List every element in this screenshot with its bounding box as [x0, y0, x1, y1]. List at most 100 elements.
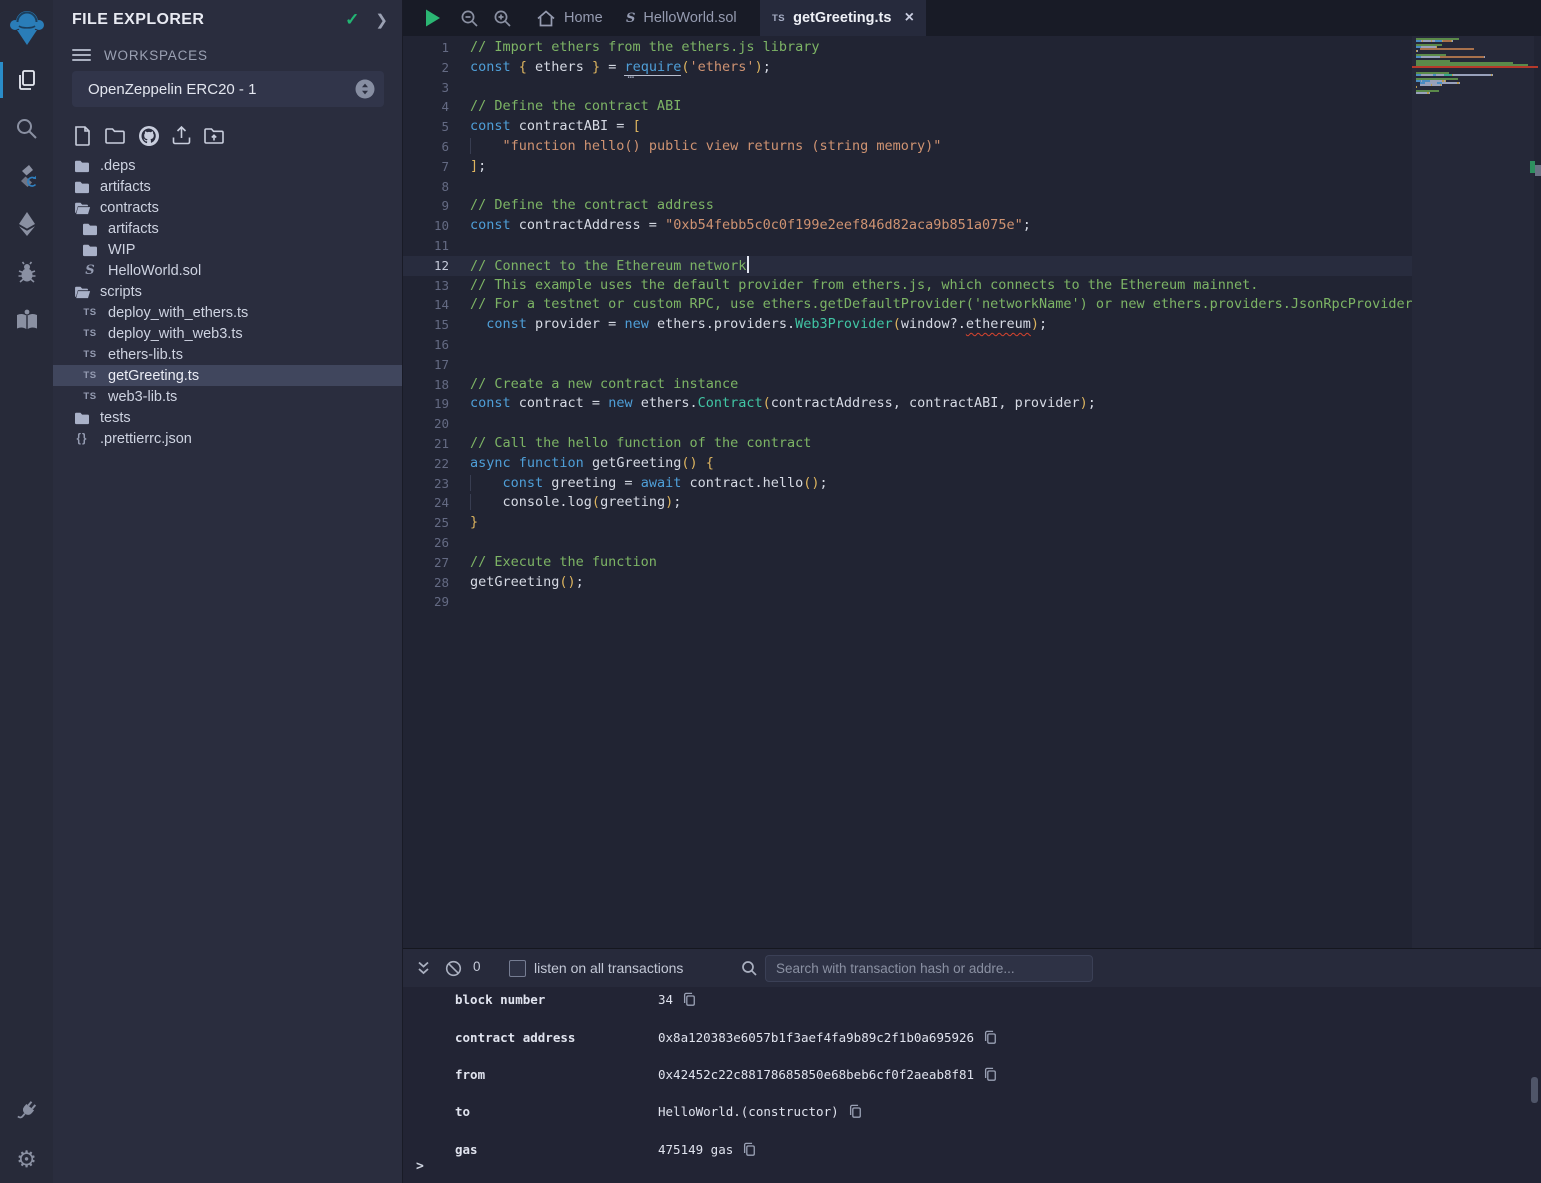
activity-file-explorer-button[interactable] — [0, 56, 53, 104]
zoom-out-button[interactable] — [458, 7, 480, 29]
terminal-search-input[interactable] — [765, 955, 1093, 982]
activity-plugin-plug-button[interactable] — [0, 1087, 53, 1135]
line-number: 8 — [403, 177, 449, 197]
file-explorer-icon — [15, 68, 39, 92]
terminal-scrollbar-thumb[interactable] — [1531, 1077, 1538, 1103]
zoom-in-icon — [493, 9, 512, 28]
file-tree-item-helloworld-sol[interactable]: SHelloWorld.sol — [53, 260, 402, 281]
learneth-book-icon — [15, 309, 39, 331]
clear-console-button[interactable] — [443, 958, 463, 978]
copy-icon[interactable] — [983, 1067, 997, 1082]
file-tree-item-web3-lib-ts[interactable]: TS web3-lib.ts — [53, 386, 402, 407]
line-number: 28 — [403, 573, 449, 593]
file-tree-item-getgreeting-ts[interactable]: TSgetGreeting.ts — [53, 365, 402, 386]
plugin-plug-icon — [15, 1099, 39, 1123]
code-line-27: 27// Execute the function — [403, 553, 1412, 573]
file-name: scripts — [100, 284, 142, 300]
line-number: 15 — [403, 315, 449, 335]
upload-file-button[interactable] — [169, 123, 194, 148]
file-tree-item-artifacts[interactable]: artifacts — [53, 176, 402, 197]
typescript-file-icon: TS — [81, 391, 99, 402]
line-number: 1 — [403, 38, 449, 58]
upload-folder-button[interactable] — [202, 123, 227, 148]
tx-detail-label: to — [455, 1104, 658, 1119]
tx-detail-value: 0x42452c22c88178685850e68beb6cf0f2aeab8f… — [658, 1067, 974, 1082]
remix-ide-window: ⚙ FILE EXPLORER ✓ ❯ WORKSPACES OpenZeppe… — [0, 0, 1541, 1183]
file-tree-item--deps[interactable]: .deps — [53, 155, 402, 176]
line-number: 7 — [403, 157, 449, 177]
new-file-button[interactable] — [70, 123, 95, 148]
file-name: getGreeting.ts — [108, 368, 199, 384]
transaction-details: block number34contract address0x8a120383… — [403, 981, 1541, 1168]
activity-remix-logo-button[interactable] — [0, 0, 53, 56]
line-number: 29 — [403, 592, 449, 612]
typescript-file-icon: TS — [81, 307, 99, 318]
line-number: 22 — [403, 454, 449, 474]
file-explorer-panel: FILE EXPLORER ✓ ❯ WORKSPACES OpenZeppeli… — [53, 0, 403, 1183]
run-script-button[interactable] — [422, 7, 444, 29]
settings-gear-icon: ⚙ — [16, 1148, 37, 1171]
activity-search-button[interactable] — [0, 104, 53, 152]
line-number: 20 — [403, 414, 449, 434]
github-button[interactable] — [136, 123, 161, 148]
activity-deploy-run-button[interactable] — [0, 200, 53, 248]
tab-getgreeting-ts[interactable]: TSgetGreeting.ts× — [760, 0, 926, 36]
editor-scrollbar-thumb[interactable] — [1535, 165, 1541, 176]
file-tree-item-deploy-with-ethers-ts[interactable]: TSdeploy_with_ethers.ts — [53, 302, 402, 323]
listen-transactions-checkbox[interactable] — [509, 960, 526, 977]
file-name: HelloWorld.sol — [108, 263, 201, 279]
tx-detail-row-contract-address: contract address0x8a120383e6057b1f3aef4f… — [403, 1018, 1541, 1055]
file-tree-item-artifacts[interactable]: artifacts — [53, 218, 402, 239]
file-name: web3-lib.ts — [108, 389, 177, 405]
expand-chevron-icon[interactable]: ❯ — [375, 11, 388, 29]
activity-solidity-compiler-button[interactable] — [0, 152, 53, 200]
file-name: tests — [100, 410, 131, 426]
new-folder-button[interactable] — [103, 123, 128, 148]
tx-detail-row-from: from0x42452c22c88178685850e68beb6cf0f2ae… — [403, 1056, 1541, 1093]
file-tree-item-deploy-with-web3-ts[interactable]: TSdeploy_with_web3.ts — [53, 323, 402, 344]
line-number: 16 — [403, 335, 449, 355]
file-tree-item-scripts[interactable]: scripts — [53, 281, 402, 302]
terminal-search-icon — [739, 958, 759, 978]
home-icon — [536, 9, 556, 28]
file-tree-item-contracts[interactable]: contracts — [53, 197, 402, 218]
folder-open-icon — [73, 285, 91, 299]
tab-home[interactable]: Home — [536, 0, 603, 36]
file-tree-item-ethers-lib-ts[interactable]: TSethers-lib.ts — [53, 344, 402, 365]
line-number: 25 — [403, 513, 449, 533]
close-tab-icon[interactable]: × — [905, 10, 914, 26]
workspace-select[interactable]: OpenZeppelin ERC20 - 1 — [72, 71, 384, 107]
code-line-26: 26 — [403, 533, 1412, 553]
file-name: WIP — [108, 242, 135, 258]
code-line-9: 9// Define the contract address — [403, 196, 1412, 216]
code-line-21: 21// Call the hello function of the cont… — [403, 434, 1412, 454]
copy-icon[interactable] — [983, 1030, 997, 1045]
solidity-file-icon: S — [626, 11, 635, 26]
file-tree-item--prettierrc-json[interactable]: {}.prettierrc.json — [53, 428, 402, 449]
file-tree-item-wip[interactable]: WIP — [53, 239, 402, 260]
json-file-icon: {} — [73, 433, 91, 445]
accept-check-icon[interactable]: ✓ — [345, 10, 359, 30]
copy-icon[interactable] — [682, 992, 696, 1007]
terminal-prompt[interactable]: > — [416, 1159, 424, 1174]
collapse-terminal-button[interactable] — [413, 958, 433, 978]
panel-title: FILE EXPLORER — [72, 11, 204, 29]
code-editor[interactable]: 1// Import ethers from the ethers.js lib… — [403, 36, 1541, 948]
file-tree-item-tests[interactable]: tests — [53, 407, 402, 428]
minimap[interactable] — [1416, 38, 1530, 96]
line-number: 4 — [403, 97, 449, 117]
activity-settings-gear-button[interactable]: ⚙ — [0, 1135, 53, 1183]
activity-learneth-book-button[interactable] — [0, 296, 53, 344]
prohibit-icon — [445, 960, 462, 977]
folder-icon — [73, 180, 91, 194]
debugger-icon — [15, 260, 39, 284]
tx-detail-label: gas — [455, 1142, 658, 1157]
tab-helloworld-sol[interactable]: SHelloWorld.sol — [626, 0, 737, 36]
tx-detail-label: from — [455, 1067, 658, 1082]
line-number: 23 — [403, 474, 449, 494]
copy-icon[interactable] — [742, 1142, 756, 1157]
copy-icon[interactable] — [848, 1104, 862, 1119]
activity-debugger-button[interactable] — [0, 248, 53, 296]
workspaces-menu-icon[interactable] — [72, 46, 91, 64]
zoom-in-button[interactable] — [491, 7, 513, 29]
